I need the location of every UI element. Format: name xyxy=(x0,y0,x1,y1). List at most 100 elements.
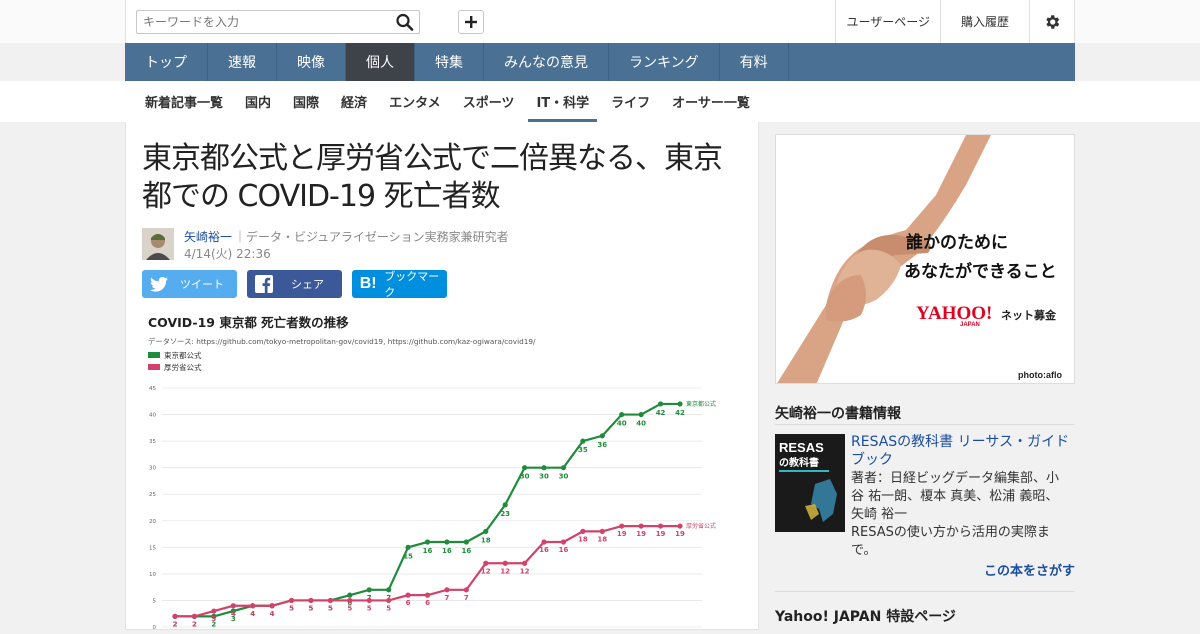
series-0-data-label: 30 xyxy=(559,473,569,481)
series-1-point xyxy=(619,523,625,529)
article-title: 東京都公式と厚労省公式で二倍異なる、東京都での COVID-19 死亡者数 xyxy=(142,141,723,214)
series-0-data-label: 18 xyxy=(481,536,491,544)
series-1-point xyxy=(483,560,489,566)
series-0-point xyxy=(657,401,664,407)
ad-brand-logo: YAHOO! xyxy=(916,303,992,324)
plus-icon xyxy=(465,16,477,28)
legend-label-0: 東京都公式 xyxy=(164,350,202,360)
series-1-point xyxy=(230,603,236,609)
series-1-point xyxy=(327,597,333,604)
series-0-data-label: 30 xyxy=(539,473,549,481)
facebook-share-button[interactable]: シェア xyxy=(247,270,342,298)
series-0-point xyxy=(502,502,508,508)
category-item-4[interactable]: エンタメ xyxy=(381,81,449,122)
series-0-point xyxy=(580,438,586,444)
category-item-6[interactable]: IT・科学 xyxy=(528,81,597,122)
author-name-link[interactable]: 矢崎裕一 xyxy=(184,228,232,245)
category-item-1[interactable]: 国内 xyxy=(237,81,279,122)
tweet-label: ツイート xyxy=(180,278,224,291)
chart-legend: 東京都公式厚労省公式 xyxy=(148,350,202,372)
series-1-point xyxy=(386,597,392,604)
series-1-point xyxy=(444,587,450,593)
category-item-7[interactable]: ライフ xyxy=(603,81,658,122)
special-divider xyxy=(775,591,1075,592)
purchase-history-link[interactable]: 購入履歴 xyxy=(939,0,1029,43)
search-input[interactable] xyxy=(137,11,387,33)
search-box xyxy=(136,10,420,34)
hatena-bookmark-label: ブックマーク xyxy=(384,270,440,299)
series-1-point xyxy=(366,597,372,604)
deaths-line-chart: COVID-19 東京都 死亡者数の推移 データソース: https://git… xyxy=(148,315,716,631)
category-item-5[interactable]: スポーツ xyxy=(455,81,523,122)
publish-date: 4/14(火) 22:36 xyxy=(184,247,271,261)
series-0-point xyxy=(463,539,469,545)
y-tick-5: 25 xyxy=(149,492,156,498)
settings-button[interactable] xyxy=(1029,0,1074,43)
series-1-point xyxy=(657,523,664,529)
series-0-point xyxy=(560,465,567,471)
series-0-data-label: 16 xyxy=(442,547,452,555)
series-0-point xyxy=(541,465,547,471)
book-title-link[interactable]: RESASの教科書 リーサス・ガイドブック xyxy=(851,433,1075,469)
nav-item-5[interactable]: みんなの意見 xyxy=(484,43,609,81)
ad-brand-sub: JAPAN xyxy=(960,322,980,328)
series-0-data-label: 36 xyxy=(597,441,607,449)
author-description: ｜データ・ビジュアライゼーション実務家兼研究者 xyxy=(234,230,509,244)
hatena-icon: B! xyxy=(359,275,377,292)
book-cover-title: RESAS xyxy=(779,440,824,455)
series-1-point xyxy=(191,613,198,619)
article-panel: 東京都公式と厚労省公式で二倍異なる、東京都での COVID-19 死亡者数 矢崎… xyxy=(125,122,759,631)
category-item-0[interactable]: 新着記事一覧 xyxy=(137,81,231,122)
tweet-button[interactable]: ツイート xyxy=(142,270,237,298)
special-heading: Yahoo! JAPAN 特設ページ xyxy=(775,609,956,625)
category-item-2[interactable]: 国際 xyxy=(285,81,327,122)
series-end-label-1: 厚労省公式 xyxy=(686,522,716,530)
series-1-point xyxy=(541,539,547,545)
category-item-3[interactable]: 経済 xyxy=(333,81,375,122)
hatena-bookmark-button[interactable]: B! ブックマーク xyxy=(352,270,447,299)
series-1-data-label: 4 xyxy=(250,610,255,618)
chart-source: データソース: https://github.com/tokyo-metropo… xyxy=(148,337,536,346)
ad-line2: あなたができること xyxy=(904,261,1057,282)
series-1-point xyxy=(677,523,683,529)
nav-item-0[interactable]: トップ xyxy=(125,43,208,81)
y-tick-0: 0 xyxy=(153,625,157,630)
helping-hands-image: 誰かのために あなたができること YAHOO! JAPAN ネット募金 phot… xyxy=(776,135,1074,383)
series-1-point xyxy=(560,539,567,545)
ad-photo-credit: photo:aflo xyxy=(1018,370,1062,380)
series-1-data-label: 19 xyxy=(636,530,646,538)
books-divider xyxy=(775,424,1075,425)
nav-item-2[interactable]: 映像 xyxy=(277,43,346,81)
nav-item-7[interactable]: 有料 xyxy=(720,43,789,81)
y-tick-8: 40 xyxy=(149,413,156,419)
series-1-point xyxy=(580,528,586,534)
ad-service: ネット募金 xyxy=(1001,308,1057,322)
search-icon[interactable] xyxy=(395,13,415,31)
series-1-data-label: 7 xyxy=(444,594,449,602)
category-nav: 新着記事一覧 国内 国際 経済 エンタメ スポーツ IT・科学 ライフ オーサー一覧 xyxy=(137,81,758,122)
series-0-data-label: 15 xyxy=(403,552,413,560)
ad-banner[interactable]: 誰かのために あなたができること YAHOO! JAPAN ネット募金 phot… xyxy=(775,134,1075,384)
nav-item-6[interactable]: ランキング xyxy=(609,43,720,81)
series-1-data-label: 2 xyxy=(192,620,197,628)
series-1-point xyxy=(599,528,605,534)
nav-item-4[interactable]: 特集 xyxy=(415,43,484,81)
find-book-link[interactable]: この本をさがす xyxy=(984,560,1075,579)
author-avatar[interactable] xyxy=(142,228,174,260)
top-bar: ユーザーページ 購入履歴 xyxy=(0,0,1200,43)
nav-item-1[interactable]: 速報 xyxy=(208,43,277,81)
top-links: ユーザーページ 購入履歴 xyxy=(835,0,1074,43)
book-cover-image[interactable]: RESAS の教科書 xyxy=(775,434,845,532)
y-tick-6: 30 xyxy=(149,466,156,472)
series-0-data-label: 16 xyxy=(461,547,471,555)
series-0-point xyxy=(347,592,353,598)
series-1-point xyxy=(463,587,469,593)
category-item-8[interactable]: オーサー一覧 xyxy=(664,81,758,122)
nav-item-3[interactable]: 個人 xyxy=(346,43,415,81)
series-0-data-label: 35 xyxy=(578,446,588,454)
series-0-point xyxy=(386,587,392,593)
series-1-data-label: 19 xyxy=(617,530,627,538)
series-1-data-label: 4 xyxy=(231,610,236,618)
user-page-link[interactable]: ユーザーページ xyxy=(835,0,940,43)
add-button[interactable] xyxy=(458,10,484,34)
